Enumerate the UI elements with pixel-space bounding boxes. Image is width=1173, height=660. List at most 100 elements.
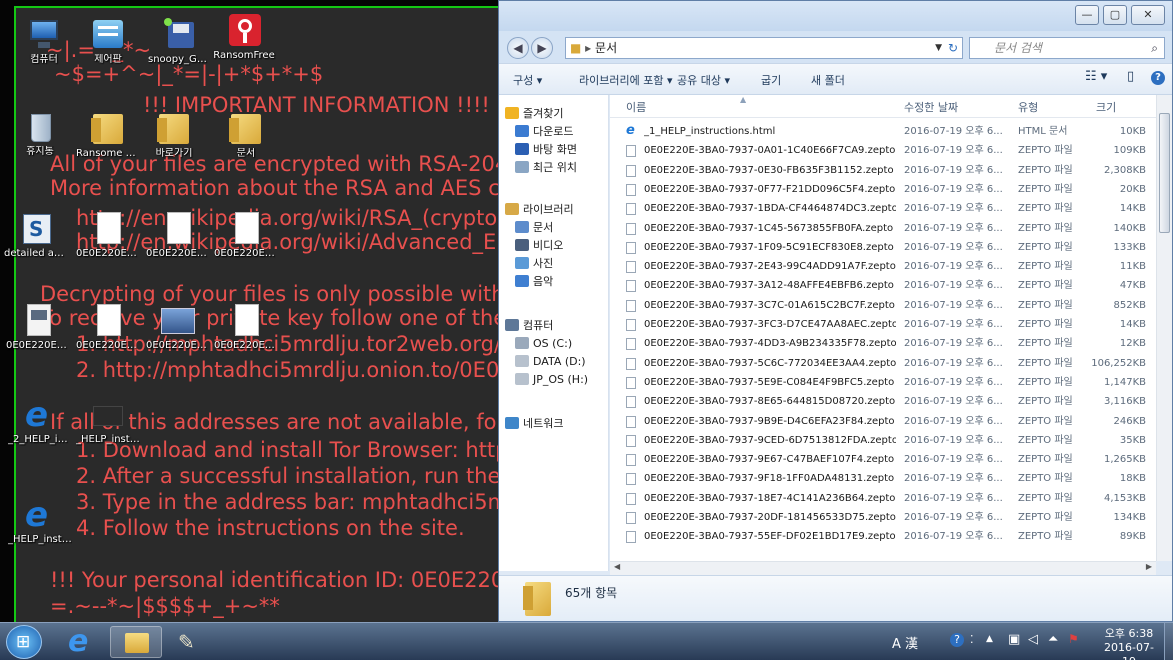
ime-indicator[interactable]: A 漢 [892, 633, 918, 652]
nav-item-pictures[interactable]: 사진 [515, 255, 553, 273]
file-row[interactable]: 0E0E220E-3BA0-7937-3C7C-01A615C2BC7F.zep… [610, 297, 1156, 315]
nav-item-libraries[interactable]: 라이브러리 [505, 201, 574, 219]
file-row[interactable]: 0E0E220E-3BA0-7937-20DF-181456533D75.zep… [610, 509, 1156, 527]
file-row[interactable]: 0E0E220E-3BA0-7937-9CED-6D7513812FDA.zep… [610, 432, 1156, 450]
desktop-icon-control-panel[interactable]: 제어판 [76, 18, 140, 66]
file-row[interactable]: 0E0E220E-3BA0-7937-9E67-C47BAEF107F4.zep… [610, 451, 1156, 469]
share-with-button[interactable]: 공유 대상 ▾ [677, 72, 730, 88]
file-row[interactable]: 0E0E220E-3BA0-7937-5C6C-772034EE3AA4.zep… [610, 355, 1156, 373]
show-desktop-button[interactable] [1164, 623, 1173, 660]
file-row[interactable]: 0E0E220E-3BA0-7937-55EF-DF02E1BD17E9.zep… [610, 528, 1156, 546]
file-row[interactable]: 0E0E220E-3BA0-7937-9B9E-D4C6EFA23F84.zep… [610, 413, 1156, 431]
desktop-icon-computer[interactable]: 컴퓨터 [12, 18, 76, 66]
security-warning-icon[interactable]: ⚑ [1068, 632, 1079, 646]
column-header-size[interactable]: 크기 [1096, 99, 1116, 115]
scroll-left-icon[interactable]: ◀ [614, 562, 620, 571]
column-header-name[interactable]: 이름 [626, 99, 646, 115]
help-icon[interactable]: ? [950, 633, 964, 647]
desktop-icon-help-instructions-txt[interactable]: _HELP_instr... [76, 398, 140, 446]
file-row[interactable]: 0E0E220E-3BA0-7937-9F18-1FF0ADA48131.zep… [610, 470, 1156, 488]
desktop-icon-ransome-code[interactable]: Ransome Code [76, 112, 140, 160]
forward-button[interactable]: ▶ [531, 37, 553, 59]
desktop-icon-help-instructions-html[interactable]: e _HELP_instr... [8, 498, 72, 546]
nav-item-network[interactable]: 네트워크 [505, 415, 563, 433]
maximize-button[interactable]: ▢ [1103, 5, 1127, 25]
address-input[interactable]: ■ ▸ 문서 ▼ ↻ [565, 37, 963, 59]
volume-icon[interactable]: ◁ [1028, 632, 1038, 647]
desktop-icon-encrypted-file[interactable]: 0E0E220E-3... [214, 304, 278, 352]
nav-item-drive-h[interactable]: JP_OS (H:) [515, 371, 588, 389]
file-row[interactable]: 0E0E220E-3BA0-7937-1C45-5673855FB0FA.zep… [610, 220, 1156, 238]
desktop-icon-encrypted-file[interactable]: 0E0E220E-3... [146, 304, 210, 352]
minimize-button[interactable]: — [1075, 5, 1099, 25]
taskbar-explorer[interactable] [110, 626, 162, 658]
desktop-icon-ransomfree[interactable]: RansomFree [212, 14, 276, 62]
taskbar-internet-explorer[interactable]: e [54, 624, 106, 659]
show-hidden-icons[interactable]: ▲ [986, 634, 993, 644]
nav-item-computer[interactable]: 컴퓨터 [505, 317, 553, 335]
file-row[interactable]: 0E0E220E-3BA0-7937-0E30-FB635F3B1152.zep… [610, 162, 1156, 180]
search-input[interactable]: 문서 검색 ⌕ [969, 37, 1165, 59]
desktop-icon-help-instructions[interactable]: e _2_HELP_ins... [8, 398, 72, 446]
file-icon [626, 376, 636, 389]
file-row[interactable]: 0E0E220E-3BA0-7937-1F09-5C91ECF830E8.zep… [610, 239, 1156, 257]
nav-item-downloads[interactable]: 다운로드 [515, 123, 573, 141]
image-file-icon [161, 304, 195, 338]
burn-button[interactable]: 굽기 [761, 72, 781, 88]
file-row[interactable]: 0E0E220E-3BA0-7937-3A12-48AFFE4EBFB6.zep… [610, 277, 1156, 295]
taskbar-paint[interactable]: ✎ [164, 626, 216, 658]
nav-item-desktop[interactable]: 바탕 화면 [515, 141, 577, 159]
nav-item-favorites[interactable]: 즐겨찾기 [505, 105, 563, 123]
search-icon[interactable]: ⌕ [1151, 38, 1158, 58]
close-button[interactable]: ✕ [1131, 5, 1165, 25]
desktop-icon-encrypted-file[interactable]: 0E0E220E-3... [76, 212, 140, 260]
organize-button[interactable]: 구성 ▾ [513, 72, 542, 88]
desktop-icon-encrypted-file[interactable]: 0E0E220E-3... [214, 212, 278, 260]
include-in-library-button[interactable]: 라이브러리에 포함 ▾ [579, 72, 672, 88]
column-header-type[interactable]: 유형 [1018, 99, 1038, 115]
help-icon[interactable]: ? [1151, 71, 1165, 85]
network-icon[interactable]: ⏶ [1048, 632, 1058, 647]
clock[interactable]: 오후 6:38 2016-07-19 [1100, 627, 1158, 660]
desktop-icon-documents[interactable]: 문서 [214, 112, 278, 160]
file-row[interactable]: 0E0E220E-3BA0-7937-2E43-99C4ADD91A7F.zep… [610, 258, 1156, 276]
scroll-right-icon[interactable]: ▶ [1146, 562, 1152, 571]
desktop-icon-encrypted-file[interactable]: 0E0E220E-3... [76, 304, 140, 352]
nav-item-recent-places[interactable]: 최근 위치 [515, 159, 577, 177]
action-center-icon[interactable]: ▣ [1008, 632, 1020, 647]
chevron-down-icon[interactable]: ▼ [935, 38, 942, 58]
refresh-icon[interactable]: ↻ [948, 38, 958, 58]
nav-item-documents[interactable]: 문서 [515, 219, 553, 237]
vertical-scrollbar[interactable] [1156, 95, 1172, 561]
desktop-icon-encrypted-file[interactable]: 0E0E220E-3... [6, 304, 70, 352]
file-row[interactable]: 0E0E220E-3BA0-7937-8E65-644815D08720.zep… [610, 393, 1156, 411]
nav-item-drive-d[interactable]: DATA (D:) [515, 353, 586, 371]
desktop-icon-shortcut[interactable]: 바로가기 [142, 112, 206, 160]
file-row[interactable]: 0E0E220E-3BA0-7937-0F77-F21DD096C5F4.zep… [610, 181, 1156, 199]
column-header-date[interactable]: 수정한 날짜 [904, 99, 958, 115]
desktop-icon-recycle-bin[interactable]: 휴지통 [8, 110, 72, 158]
language-options-icon[interactable]: ⁚ [970, 633, 974, 646]
back-button[interactable]: ◀ [507, 37, 529, 59]
desktop-icon-snoopy[interactable]: snoopy_GH... [148, 18, 212, 66]
title-bar[interactable]: — ▢ ✕ [499, 1, 1172, 31]
file-row[interactable]: 0E0E220E-3BA0-7937-0A01-1C40E66F7CA9.zep… [610, 142, 1156, 160]
nav-item-drive-c[interactable]: OS (C:) [515, 335, 572, 353]
file-row[interactable]: 0E0E220E-3BA0-7937-3FC3-D7CE47AA8AEC.zep… [610, 316, 1156, 334]
file-row[interactable]: 0E0E220E-3BA0-7937-5E9E-C084E4F9BFC5.zep… [610, 374, 1156, 392]
horizontal-scrollbar[interactable]: ◀ ▶ [610, 561, 1156, 575]
file-row[interactable]: e _1_HELP_instructions.html 2016-07-19 오후 … [610, 123, 1156, 141]
view-options-icon[interactable]: ☷ ▾ [1085, 69, 1107, 84]
desktop-icon-encrypted-file[interactable]: 0E0E220E-3... [146, 212, 210, 260]
file-row[interactable]: 0E0E220E-3BA0-7937-4DD3-A9B234335F78.zep… [610, 335, 1156, 353]
nav-item-music[interactable]: 음악 [515, 273, 553, 291]
libraries-icon [505, 203, 519, 215]
preview-pane-icon[interactable]: ▯ [1127, 69, 1134, 84]
nav-item-videos[interactable]: 비디오 [515, 237, 563, 255]
new-folder-button[interactable]: 새 폴더 [811, 72, 845, 88]
start-button[interactable]: ⊞ [6, 625, 42, 659]
file-row[interactable]: 0E0E220E-3BA0-7937-18E7-4C141A236B64.zep… [610, 490, 1156, 508]
file-row[interactable]: 0E0E220E-3BA0-7937-1BDA-CF4464874DC3.zep… [610, 200, 1156, 218]
scrollbar-thumb[interactable] [1159, 113, 1170, 233]
desktop-icon-detailed-analysis[interactable]: S detailed analys... [4, 212, 68, 260]
